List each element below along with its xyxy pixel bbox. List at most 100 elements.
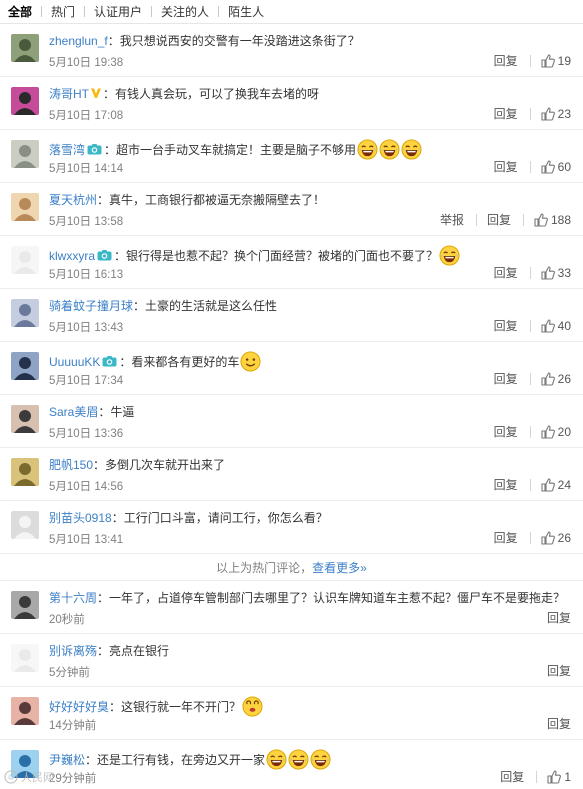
comment-line: 别诉离殇：亮点在银行 (49, 643, 573, 659)
comment-actions: 回复 26 (494, 529, 571, 546)
reply-button[interactable]: 回复 (494, 476, 518, 493)
reply-button[interactable]: 回复 (547, 715, 571, 732)
reply-button[interactable]: 回复 (494, 264, 518, 281)
avatar[interactable] (11, 140, 39, 168)
username-link[interactable]: 尹巍松 (49, 753, 85, 767)
hot-comments-note: 以上为热门评论， (216, 560, 313, 575)
username-link[interactable]: klwxxyra (49, 249, 95, 263)
username-link[interactable]: UuuuuKK (49, 355, 100, 369)
username-link[interactable]: 好好好好臭 (49, 700, 109, 714)
like-count: 40 (557, 318, 571, 333)
like-count: 20 (557, 424, 571, 439)
like-button[interactable]: 23 (541, 107, 571, 121)
tab-3[interactable]: 关注的人 (152, 3, 218, 20)
comment-actions: 回复 26 (494, 370, 571, 387)
comment-list: zhenglun_f：我只想说西安的交警有一年没踏进这条街了？ 5月10日 19:… (0, 24, 583, 789)
avatar[interactable] (11, 193, 39, 221)
tab-1[interactable]: 热门 (42, 3, 84, 20)
comment-text: ：工行门口斗富，请问工行，你怎么看？ (111, 511, 328, 525)
reply-button[interactable]: 回复 (494, 317, 518, 334)
like-button[interactable]: 26 (541, 372, 571, 386)
comment-text: ：一年了，占道停车管制部门去哪里了？认识车牌知道车主惹不起？僵尸车不是要拖走？ (97, 591, 566, 605)
username-link[interactable]: 骑着蚊子撞月球 (49, 299, 133, 313)
comment-time: 29分钟前 (49, 773, 97, 785)
avatar[interactable] (11, 697, 39, 725)
reply-button[interactable]: 回复 (494, 105, 518, 122)
avatar[interactable] (11, 34, 39, 62)
laughing-emoji-icon (287, 749, 309, 770)
comment-actions: 回复 1 (500, 768, 571, 785)
like-button[interactable]: 26 (541, 531, 571, 545)
like-button[interactable]: 19 (541, 54, 571, 68)
comment-time: 5月10日 13:41 (49, 534, 124, 546)
like-button[interactable]: 24 (541, 478, 571, 492)
comment-line: 落雪湾 ：超市一台手动叉车就搞定！主要是脑子不够用 (49, 139, 573, 160)
username-link[interactable]: 别苗头0918 (49, 511, 112, 525)
reply-button[interactable]: 回复 (494, 529, 518, 546)
avatar[interactable] (11, 299, 39, 327)
reply-button[interactable]: 回复 (494, 370, 518, 387)
thumbs-up-icon (541, 266, 558, 280)
tab-0[interactable]: 全部 (8, 3, 41, 20)
comment-line: 骑着蚊子撞月球：土豪的生活就是这么任性 (49, 298, 573, 314)
thumbs-up-icon (541, 425, 558, 439)
comment-line: 肥帆150：多倒几次车就开出来了 (49, 457, 573, 473)
like-button[interactable]: 188 (534, 213, 571, 227)
action-separator (529, 478, 531, 491)
like-button[interactable]: 60 (541, 160, 571, 174)
avatar[interactable] (11, 511, 39, 539)
comment-item: 尹巍松：还是工行有钱，在旁边又开一家 29分钟前 回复 1 (0, 740, 583, 789)
action-separator (522, 213, 524, 226)
verified-v-icon (89, 87, 103, 101)
view-more-link[interactable]: 查看更多» (312, 559, 367, 576)
comment-actions: 回复 (547, 609, 571, 626)
like-count: 23 (557, 106, 571, 121)
like-button[interactable]: 33 (541, 266, 571, 280)
username-link[interactable]: 肥帆150 (49, 458, 93, 472)
like-button[interactable]: 40 (541, 319, 571, 333)
username-link[interactable]: Sara美眉 (49, 405, 98, 419)
like-button[interactable]: 20 (541, 425, 571, 439)
report-button[interactable]: 举报 (440, 211, 464, 228)
avatar[interactable] (11, 458, 39, 486)
avatar[interactable] (11, 591, 39, 619)
reply-button[interactable]: 回复 (547, 662, 571, 679)
reply-button[interactable]: 回复 (494, 52, 518, 69)
comment-text: ：看来都各有更好的车 (119, 355, 240, 369)
camera-badge-icon (100, 355, 119, 369)
comment-item: 落雪湾 ：超市一台手动叉车就搞定！主要是脑子不够用 5月10日 14:14 回复 60 (0, 130, 583, 183)
avatar[interactable] (11, 246, 39, 274)
thumbs-up-icon (541, 372, 558, 386)
username-link[interactable]: 夏天杭州 (49, 193, 97, 207)
tab-2[interactable]: 认证用户 (85, 3, 151, 20)
comment-time: 5月10日 14:56 (49, 481, 124, 493)
comment-text: ：银行得是也惹不起？换个门面经营？被堵的门面也不要了？ (114, 249, 439, 263)
comment-line: UuuuuKK ：看来都各有更好的车 (49, 351, 573, 372)
comment-actions: 回复 (547, 715, 571, 732)
reply-button[interactable]: 回复 (487, 211, 511, 228)
comment-text: ：土豪的生活就是这么任性 (133, 299, 278, 313)
tab-4[interactable]: 陌生人 (219, 3, 273, 20)
comment-line: 尹巍松：还是工行有钱，在旁边又开一家 (49, 749, 573, 770)
username-link[interactable]: 涛哥HT (49, 87, 89, 101)
thumbs-up-icon (534, 213, 551, 227)
comment-time: 14分钟前 (49, 720, 97, 732)
username-link[interactable]: 落雪湾 (49, 143, 85, 157)
action-separator (529, 319, 531, 332)
username-link[interactable]: 别诉离殇 (49, 644, 97, 658)
avatar[interactable] (11, 644, 39, 672)
avatar[interactable] (11, 352, 39, 380)
comment-time: 5月10日 13:43 (49, 322, 124, 334)
reply-button[interactable]: 回复 (494, 423, 518, 440)
avatar[interactable] (11, 87, 39, 115)
reply-button[interactable]: 回复 (500, 768, 524, 785)
like-button[interactable]: 1 (547, 770, 571, 784)
username-link[interactable]: 第十六周 (49, 591, 97, 605)
reply-button[interactable]: 回复 (547, 609, 571, 626)
username-link[interactable]: zhenglun_f (49, 34, 108, 48)
comment-time: 5分钟前 (49, 667, 90, 679)
action-separator (529, 160, 531, 173)
reply-button[interactable]: 回复 (494, 158, 518, 175)
comment-text: ：牛逼 (98, 405, 135, 419)
avatar[interactable] (11, 405, 39, 433)
